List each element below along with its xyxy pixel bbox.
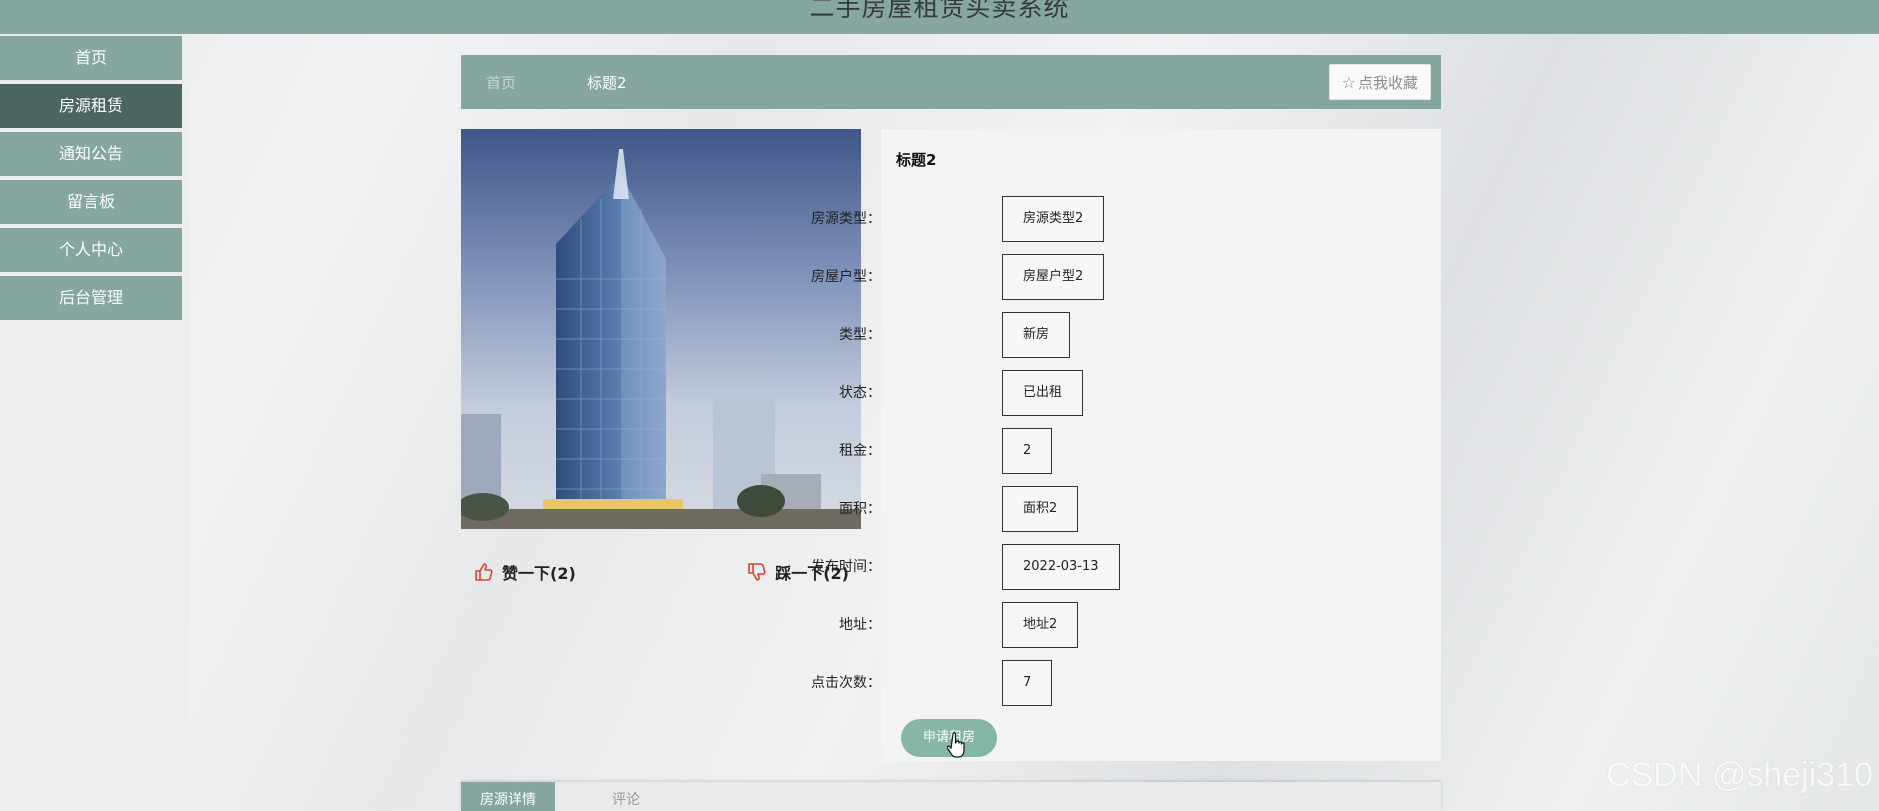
hand-cursor-icon [947, 732, 965, 758]
watermark: CSDN @sheji310 [1606, 756, 1873, 794]
field-label: 面积： [839, 501, 881, 517]
like-label: 赞一下(2) [502, 564, 576, 583]
sidebar-item-personal-center[interactable]: 个人中心 [0, 228, 182, 272]
tab-house-details[interactable]: 房源详情 [461, 782, 555, 811]
field-value: 已出租 [1002, 370, 1084, 416]
field-value: 7 [1002, 660, 1053, 706]
sidebar-item-admin[interactable]: 后台管理 [0, 276, 182, 320]
field-label: 状态： [839, 385, 881, 401]
sidebar-item-message-board[interactable]: 留言板 [0, 180, 182, 224]
field-label: 租金： [839, 443, 881, 459]
breadcrumb: 首页 标题2 ☆ 点我收藏 [461, 55, 1441, 109]
field-value: 面积2 [1002, 486, 1079, 532]
field-label: 房屋户型： [811, 269, 881, 285]
field-value: 新房 [1002, 312, 1071, 358]
sidebar-nav: 首页 房源租赁 通知公告 留言板 个人中心 后台管理 [0, 36, 182, 324]
thumbs-down-icon [748, 563, 766, 581]
sidebar-item-home[interactable]: 首页 [0, 36, 182, 80]
sidebar-item-notices[interactable]: 通知公告 [0, 132, 182, 176]
field-label: 地址： [839, 617, 881, 633]
field-value: 2022-03-13 [1002, 544, 1120, 590]
breadcrumb-home-link[interactable]: 首页 [486, 72, 516, 93]
field-value: 2 [1002, 428, 1053, 474]
field-value: 房屋户型2 [1002, 254, 1105, 300]
favorite-button-label: 点我收藏 [1357, 74, 1418, 92]
breadcrumb-current: 标题2 [587, 74, 627, 92]
house-title: 标题2 [896, 151, 937, 169]
field-label: 类型： [839, 327, 881, 343]
thumbs-up-icon [475, 563, 493, 581]
top-header: 二手房屋租赁买卖系统 [0, 0, 1879, 34]
field-value: 房源类型2 [1002, 196, 1105, 242]
field-label: 房源类型： [811, 211, 881, 227]
field-value: 地址2 [1002, 602, 1079, 648]
detail-tabs: 房源详情 评论 [461, 782, 1441, 811]
field-label: 发布时间： [811, 559, 881, 575]
tab-comments[interactable]: 评论 [591, 782, 661, 811]
field-label: 点击次数： [811, 675, 881, 691]
site-title: 二手房屋租赁买卖系统 [809, 0, 1070, 22]
like-button[interactable]: 赞一下(2) [474, 560, 576, 584]
sidebar-item-house-rental[interactable]: 房源租赁 [0, 84, 182, 128]
favorite-button[interactable]: ☆ 点我收藏 [1328, 64, 1431, 100]
star-outline-icon: ☆ [1341, 73, 1356, 92]
house-detail-card: 标题2 房源类型： 房源类型2 房屋户型： 房屋户型2 类型： 新房 状态： 已… [811, 129, 1441, 761]
